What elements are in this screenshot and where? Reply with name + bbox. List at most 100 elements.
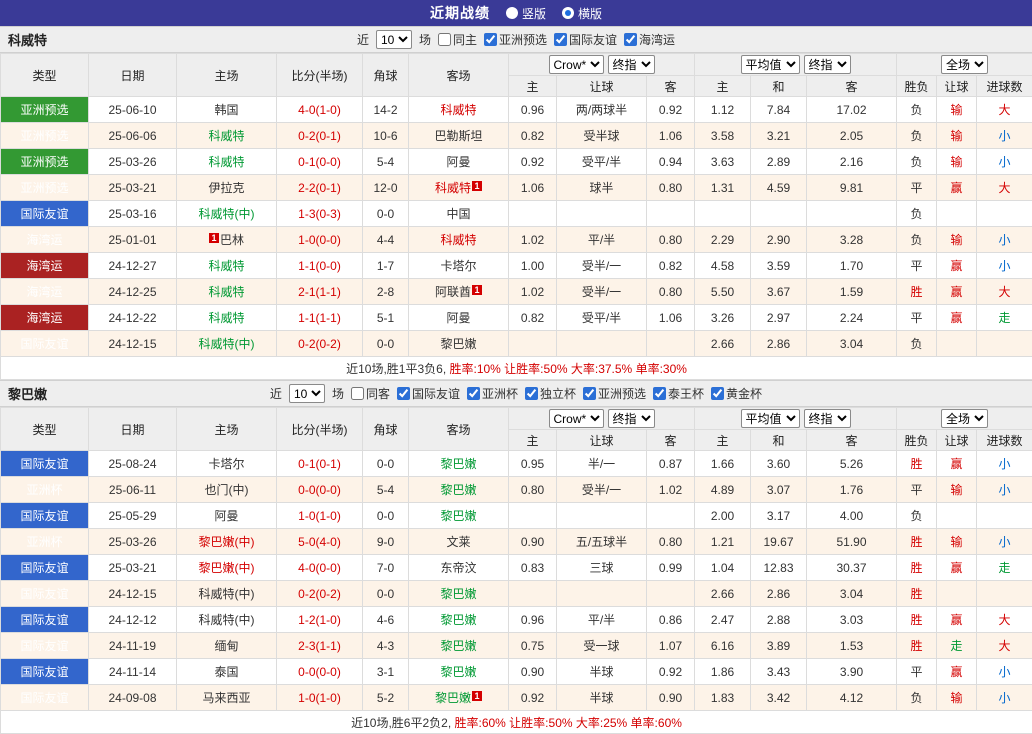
ah-result-cell: 走: [937, 633, 977, 659]
odds-eu-away: 2.24: [807, 305, 897, 331]
col-eu-home: 主: [695, 430, 751, 451]
league-filter[interactable]: 亚洲预选: [583, 385, 646, 402]
away-team: 阿曼: [409, 149, 509, 175]
away-team: 黎巴嫩: [409, 451, 509, 477]
team-text: 科威特: [208, 285, 244, 299]
bookmaker-select[interactable]: Crow*: [549, 409, 604, 428]
match-row: 亚洲杯25-06-11也门(中)0-0(0-0)5-4黎巴嫩0.80受半/一1.…: [1, 477, 1032, 503]
odds-group-header: 平均值终指: [695, 54, 897, 76]
league-checkbox[interactable]: [525, 387, 538, 400]
team-text: 科威特: [208, 155, 244, 169]
red-card-badge: 1: [209, 233, 219, 243]
ah-result-cell: 输: [937, 97, 977, 123]
score: 4-0(0-0): [277, 555, 363, 581]
away-team: 文莱: [409, 529, 509, 555]
same-venue-checkbox[interactable]: [351, 387, 364, 400]
league-checkbox[interactable]: [484, 33, 497, 46]
team-text: 黎巴嫩(中): [199, 561, 255, 575]
red-card-badge: 1: [472, 691, 482, 701]
bookmaker-select[interactable]: Crow*: [549, 55, 604, 74]
col-date: 日期: [89, 408, 177, 451]
match-date: 25-03-26: [89, 149, 177, 175]
league-checkbox[interactable]: [653, 387, 666, 400]
score: 1-0(0-0): [277, 227, 363, 253]
league-filter[interactable]: 亚洲预选: [484, 31, 547, 48]
corners: 12-0: [363, 175, 409, 201]
col-ah-result: 让球: [937, 430, 977, 451]
goals-cell: 小: [977, 149, 1032, 175]
radio-vertical-icon[interactable]: [506, 7, 518, 19]
team-text: 黎巴嫩: [435, 691, 471, 705]
odds-ah-line: 受半/一: [557, 279, 647, 305]
ah-index-type-select[interactable]: 终指: [608, 55, 655, 74]
match-row: 国际友谊25-03-21黎巴嫩(中)4-0(0-0)7-0东帝汶0.83三球0.…: [1, 555, 1032, 581]
league-checkbox[interactable]: [467, 387, 480, 400]
same-venue-checkbox[interactable]: [438, 33, 451, 46]
odds-ah-home: 0.80: [509, 477, 557, 503]
odds-ah-away: 0.80: [647, 279, 695, 305]
match-count-select[interactable]: 10: [289, 384, 325, 403]
ah-result-cell: 赢: [937, 305, 977, 331]
period-select[interactable]: 全场: [941, 409, 988, 428]
league-filter[interactable]: 泰王杯: [653, 385, 704, 402]
competition-badge: 海湾运: [1, 305, 89, 331]
league-filter[interactable]: 黄金杯: [711, 385, 762, 402]
league-filter[interactable]: 国际友谊: [397, 385, 460, 402]
col-ah-result: 让球: [937, 76, 977, 97]
competition-badge: 国际友谊: [1, 633, 89, 659]
col-eu-draw: 和: [751, 430, 807, 451]
score: 0-1(0-1): [277, 451, 363, 477]
score: 1-0(1-0): [277, 503, 363, 529]
match-row: 国际友谊25-05-29阿曼1-0(1-0)0-0黎巴嫩2.003.174.00…: [1, 503, 1032, 529]
league-checkbox[interactable]: [583, 387, 596, 400]
odds-eu-draw: 2.88: [751, 607, 807, 633]
odds-ah-home: 0.82: [509, 305, 557, 331]
result-cell: 负: [897, 685, 937, 711]
match-count-select[interactable]: 10: [376, 30, 412, 49]
result-cell: 平: [897, 305, 937, 331]
average-odds-select[interactable]: 平均值: [741, 409, 800, 428]
team-text: 阿曼: [214, 509, 238, 523]
match-date: 25-06-11: [89, 477, 177, 503]
ah-index-type-select[interactable]: 终指: [608, 409, 655, 428]
league-checkbox[interactable]: [397, 387, 410, 400]
score: 1-1(0-0): [277, 253, 363, 279]
match-row: 国际友谊25-08-24卡塔尔0-1(0-1)0-0黎巴嫩0.95半/一0.87…: [1, 451, 1032, 477]
odds-ah-away: 0.86: [647, 607, 695, 633]
radio-horizontal-icon[interactable]: [562, 7, 574, 19]
odds-ah-away: 0.82: [647, 253, 695, 279]
layout-option-horizontal[interactable]: 横版: [562, 5, 602, 22]
match-date: 24-11-14: [89, 659, 177, 685]
summary-record: 近10场,胜6平2负2,: [351, 716, 451, 730]
same-venue-filter[interactable]: 同客: [351, 385, 390, 402]
team-text: 缅甸: [214, 639, 238, 653]
same-venue-filter[interactable]: 同主: [438, 31, 477, 48]
away-team: 黎巴嫩1: [409, 685, 509, 711]
league-filter[interactable]: 国际友谊: [554, 31, 617, 48]
period-select[interactable]: 全场: [941, 55, 988, 74]
col-eu-away: 客: [807, 430, 897, 451]
odds-eu-away: 1.70: [807, 253, 897, 279]
league-filter[interactable]: 亚洲杯: [467, 385, 518, 402]
score: 1-3(0-3): [277, 201, 363, 227]
eu-index-type-select[interactable]: 终指: [804, 409, 851, 428]
league-filter[interactable]: 海湾运: [624, 31, 675, 48]
odds-eu-draw: 4.59: [751, 175, 807, 201]
summary-stats: 胜率:60% 让胜率:50% 大率:25% 单率:60%: [455, 716, 682, 730]
odds-ah-line: 半/一: [557, 451, 647, 477]
odds-eu-draw: 3.42: [751, 685, 807, 711]
team-text: 伊拉克: [208, 181, 244, 195]
corners: 2-8: [363, 279, 409, 305]
league-checkbox[interactable]: [554, 33, 567, 46]
average-odds-select[interactable]: 平均值: [741, 55, 800, 74]
league-filter[interactable]: 独立杯: [525, 385, 576, 402]
team-text: 马来西亚: [202, 691, 250, 705]
league-checkbox[interactable]: [624, 33, 637, 46]
layout-option-vertical[interactable]: 竖版: [506, 5, 546, 22]
odds-eu-away: 3.90: [807, 659, 897, 685]
eu-index-type-select[interactable]: 终指: [804, 55, 851, 74]
summary-row: 近10场,胜6平2负2, 胜率:60% 让胜率:50% 大率:25% 单率:60…: [1, 711, 1032, 734]
league-checkbox[interactable]: [711, 387, 724, 400]
odds-eu-away: 3.04: [807, 331, 897, 357]
corners: 0-0: [363, 451, 409, 477]
